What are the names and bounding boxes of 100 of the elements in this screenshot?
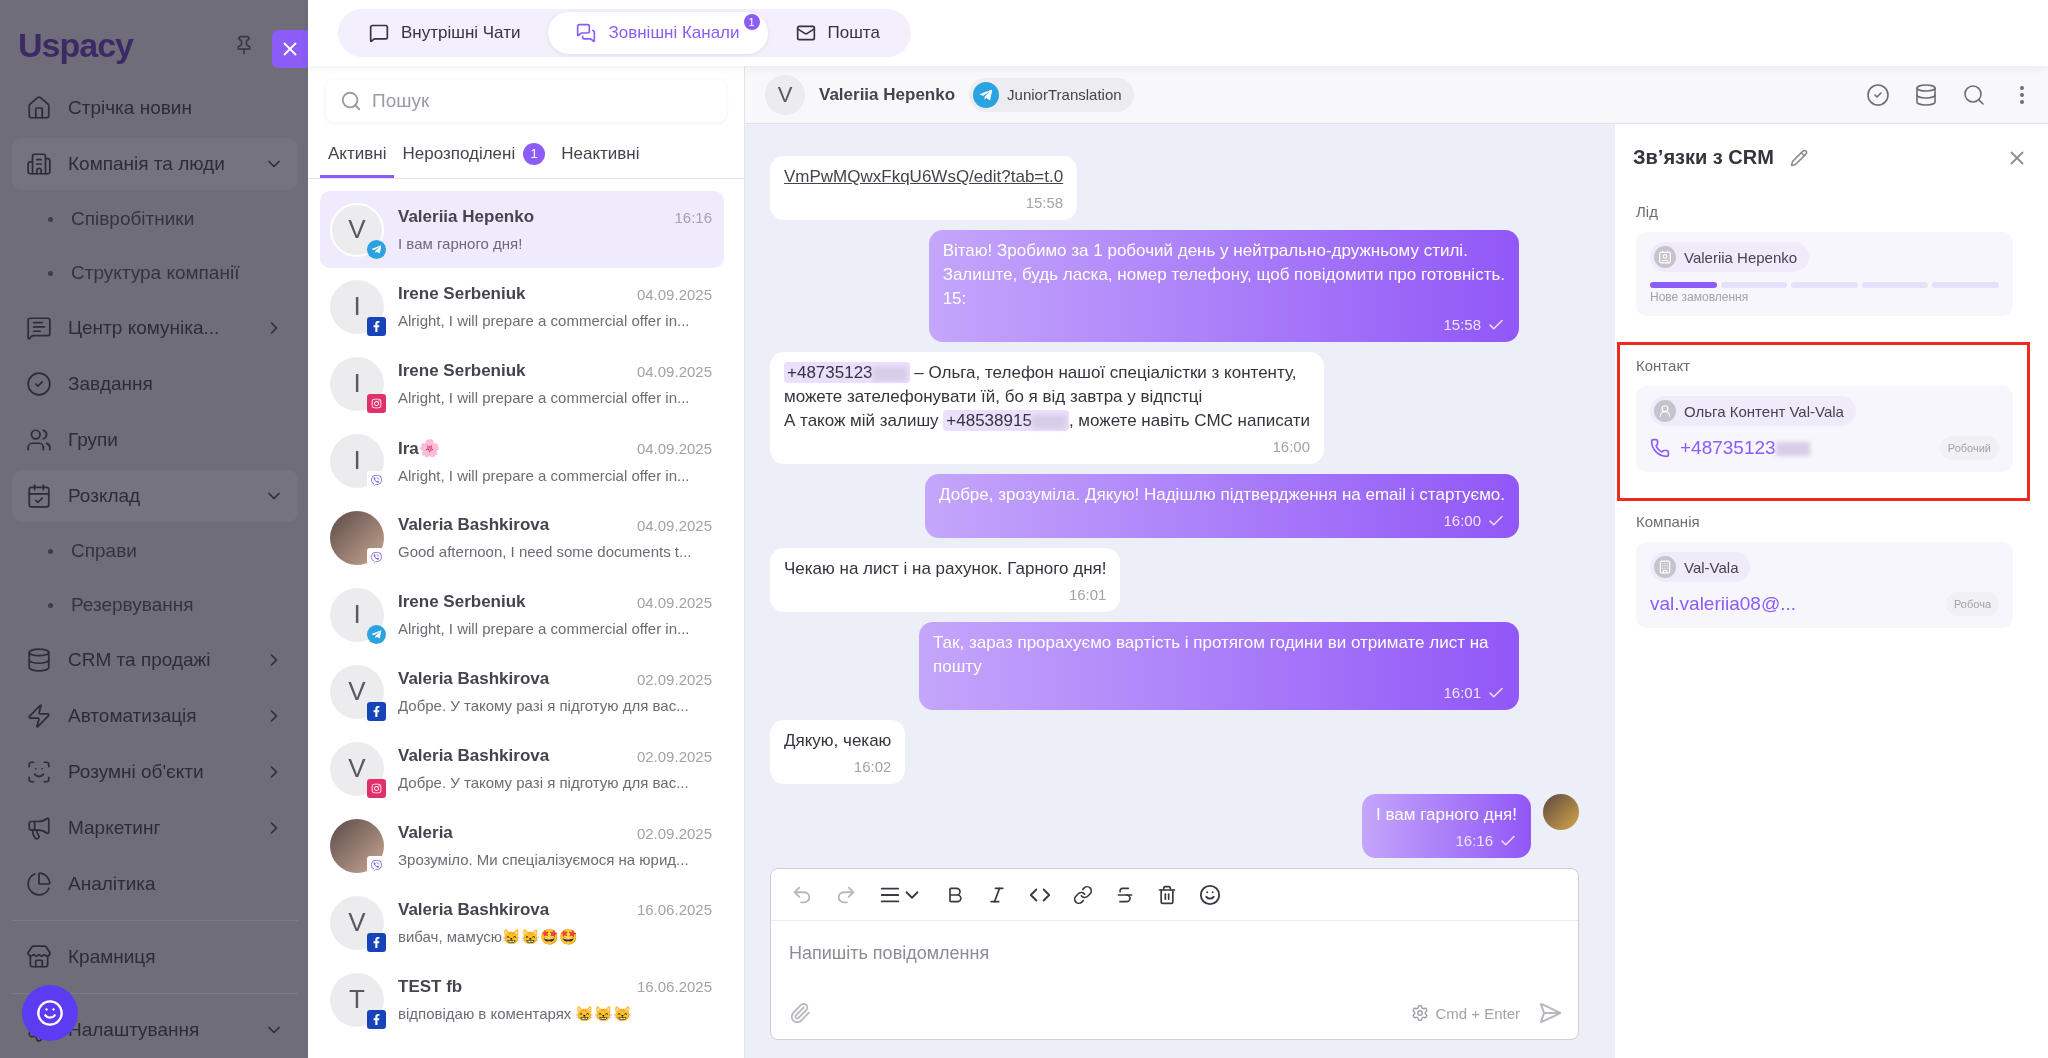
chat-item[interactable]: Valeria Bashkirova 04.09.2025 Good afternoon, I need some documents t... [320,499,724,576]
chat-item[interactable]: V Valeria Bashkirova 02.09.2025 Добре. У такому разі я підготую для вас... [320,730,724,807]
menu-icon [26,759,52,785]
smile-icon [36,999,64,1027]
chat-time: 16:16 [674,208,712,226]
message-time: 16:16 [1455,831,1493,851]
trash-icon[interactable] [1157,884,1177,905]
bullet-icon [48,216,53,222]
channel-chip: JuniorTranslation [969,77,1134,112]
phone-chip[interactable]: +48735123 [784,362,910,383]
link-icon[interactable] [1073,884,1093,905]
contact-name: Irene Serbeniuk [398,361,526,381]
top-tab[interactable]: Пошта [767,12,908,54]
list-tab[interactable]: Нерозподілені 1 [394,132,554,178]
email-link[interactable]: val.valeriia08@... [1650,593,1797,615]
chat-item[interactable]: I Irene Serbeniuk 04.09.2025 Alright, I will prepare a commercial offer in... [320,345,724,422]
chat-bubbles-icon [576,23,597,43]
message-time: 15:58 [1443,315,1481,335]
contact-name: Irene Serbeniuk [398,592,526,612]
chat-item[interactable]: I Irene Serbeniuk 04.09.2025 Alright, I will prepare a commercial offer in... [320,268,724,345]
message-time: 16:00 [1443,511,1481,531]
message-time: 16:01 [1443,683,1481,703]
message-input[interactable]: Напишіть повідомлення [771,921,1578,964]
chat-item[interactable]: V Valeriia Hepenko 16:16 І вам гарного дня! [320,191,724,268]
menu-icon [26,944,52,970]
avatar: V [330,895,384,950]
message-time: 16:02 [853,757,892,777]
message-link[interactable]: VmPwMQwxFkqU6WsQ/edit?tab=t.0 [784,167,1064,186]
message-text: Чекаю на лист і на рахунок. Гарного дня! [784,558,1107,580]
chat-time: 04.09.2025 [636,362,712,380]
avatar: V [765,74,805,115]
contact-name: Ira🌸 [398,437,440,459]
chat-time: 04.09.2025 [636,439,712,457]
chat-item[interactable]: V Valeria Bashkirova 02.09.2025 Добре. У такому разі я підготую для вас... [320,653,724,730]
entity-chip[interactable]: Ольга Контент Val-Vala [1650,396,1856,426]
chat-time: 16.06.2025 [636,901,712,918]
list-tab[interactable]: Неактивні [553,132,648,178]
list-tab[interactable]: Активні [320,132,395,178]
smile-icon[interactable] [1199,883,1221,906]
chat-time: 04.09.2025 [636,593,712,611]
menu-icon [26,815,52,841]
chat-time: 02.09.2025 [636,670,712,688]
chat-item[interactable]: T TEST fb 16.06.2025 відповідаю в коментарях 😸😸😸 [320,961,724,1038]
gear-icon[interactable] [1411,1004,1430,1022]
entity-chip[interactable]: Valeriia Hepenko [1650,242,1810,272]
menu-icon [26,371,52,397]
message-text: Добре, зрозуміла. Дякую! Надішлю підтвердження на email і стартуємо. [938,484,1505,506]
avatar: I [330,279,384,334]
search-field[interactable]: Пошук [326,80,726,122]
menu-icon [26,95,52,121]
chat-item[interactable]: Valeria 02.09.2025 Зрозуміло. Ми спеціалізуємося на юрид... [320,807,724,884]
message-text: Дякую, чекаю [784,730,892,752]
top-tab[interactable]: Зовнішні Канали 1 [548,12,768,54]
menu-icon [26,151,52,177]
entity-chip[interactable]: Val-Vala [1650,552,1751,582]
phone-link[interactable]: +48735123 [1680,437,1810,459]
type-tag: Робочий [1939,436,1999,460]
menu-icon [26,647,52,673]
menu-icon [26,427,52,453]
message-preview: Добре. У такому разі я підготую для вас... [398,774,690,791]
search-icon[interactable] [1962,82,1986,107]
message-preview: Alright, I will prepare a commercial offer in... [398,466,691,484]
menu-icon [26,703,52,729]
section-label: Лід [1636,203,1659,220]
check-circle-icon[interactable] [1866,82,1890,107]
message-preview: І вам гарного дня! [398,235,524,252]
message-text: +48735123 – Ольга, телефон нашої спеціалістки з контенту, можете зателефонувати їй, бо я від завтра у відпстці А також мій залишу +48538915 , можете навіть СМС написати [784,361,1310,433]
top-tab[interactable]: Внутрішні Чати [341,12,549,54]
paperclip-icon[interactable] [789,1002,811,1024]
avatar: I [330,356,384,411]
contact-name: Valeria Bashkirova [398,746,550,766]
chat-item[interactable]: I Ira🌸 04.09.2025 Alright, I will prepare a commercial offer in... [320,422,724,499]
bullet-icon [48,602,53,608]
bullet-icon [48,548,53,554]
contact-name: Valeria [398,823,453,843]
contact-name: Irene Serbeniuk [398,284,526,304]
message-time: 16:01 [1068,585,1107,605]
close-button[interactable] [272,30,308,68]
message-preview: Good afternoon, I need some documents t... [398,543,693,560]
mail-icon [795,23,816,43]
avatar: V [330,202,384,257]
count-badge: 1 [743,14,760,30]
bullet-icon [48,270,53,276]
message-time: 15:58 [1025,193,1064,213]
chat-time: 04.09.2025 [636,516,712,534]
message-time: 16:00 [1272,437,1310,457]
menu-icon [26,315,52,341]
message-preview: Добре. У такому разі я підготую для вас... [398,697,690,714]
pencil-icon[interactable] [1789,148,1808,167]
italic-icon[interactable] [987,884,1007,905]
chat-time: 02.09.2025 [636,747,712,765]
message-preview: вибач, мамусю😸😸🤩🤩 [398,927,579,946]
count-badge: 1 [523,142,546,165]
chat-item[interactable]: V Valeria Bashkirova 16.06.2025 вибач, мамусю😸😸🤩🤩 [320,884,724,961]
chat-item[interactable]: I Irene Serbeniuk 04.09.2025 Alright, I will prepare a commercial offer in... [320,576,724,653]
database-icon[interactable] [1914,82,1938,107]
contact-name: Valeriia Hepenko [398,207,535,227]
contact-name: Valeria Bashkirova [398,515,550,535]
menu-icon [26,483,52,509]
phone-chip[interactable]: +48538915 [943,410,1069,431]
